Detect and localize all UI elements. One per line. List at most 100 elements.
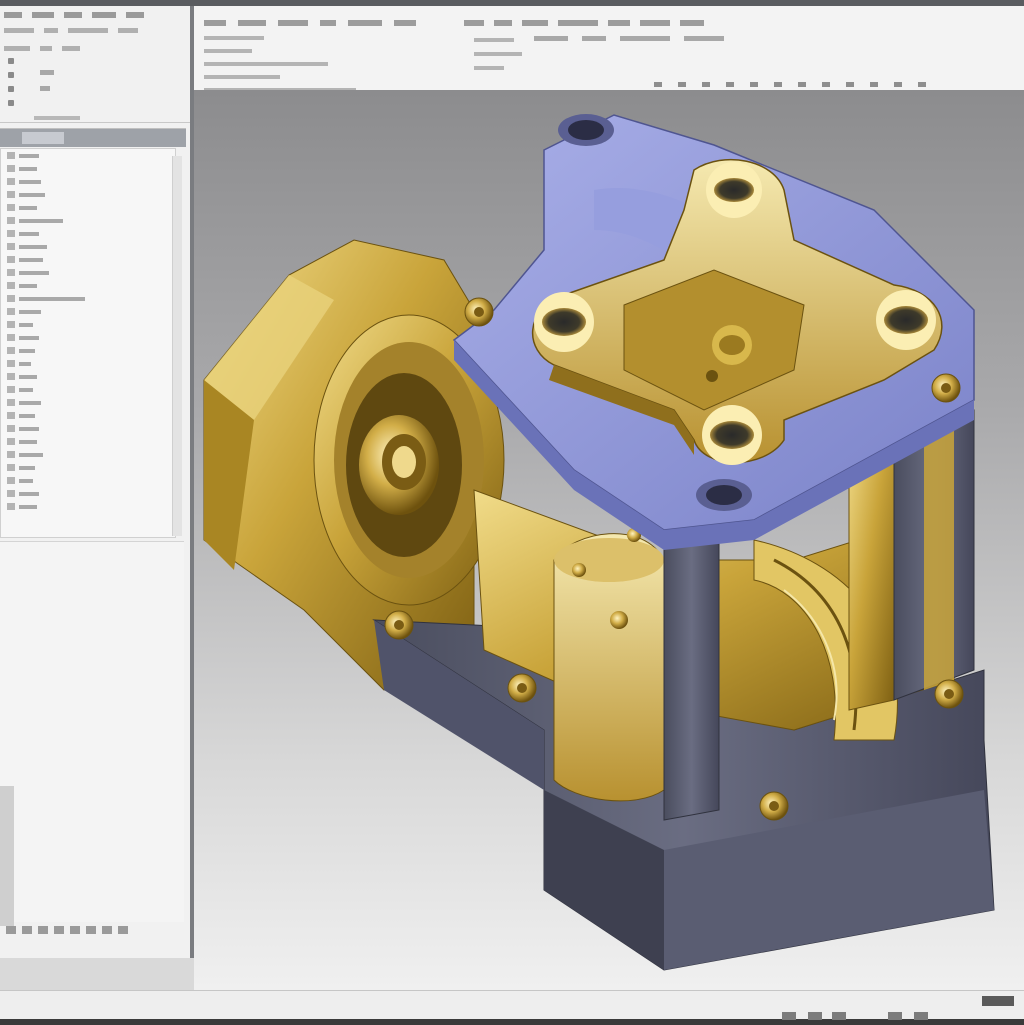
command-button[interactable]	[582, 36, 606, 41]
status-icon[interactable]	[888, 1012, 902, 1020]
command-button[interactable]	[320, 20, 336, 26]
toolbar-button[interactable]	[44, 28, 58, 33]
tree-item[interactable]	[1, 448, 175, 461]
feature-tree-scrollbar[interactable]	[172, 156, 182, 536]
status-icon[interactable]	[808, 1012, 822, 1020]
tree-item[interactable]	[1, 383, 175, 396]
tool-icon[interactable]	[54, 926, 64, 934]
tree-item[interactable]	[1, 318, 175, 331]
tree-item[interactable]	[1, 201, 175, 214]
tool-icon[interactable]	[6, 926, 16, 934]
command-button[interactable]	[640, 20, 670, 26]
tool-icon[interactable]	[22, 926, 32, 934]
command-item[interactable]	[204, 36, 264, 40]
tree-item[interactable]	[1, 435, 175, 448]
command-item[interactable]	[204, 62, 328, 66]
tool-icon[interactable]	[40, 70, 54, 75]
tool-icon[interactable]	[118, 926, 128, 934]
view-icon[interactable]	[846, 82, 854, 87]
tree-item[interactable]	[1, 188, 175, 201]
command-button[interactable]	[394, 20, 416, 26]
toolbar-button[interactable]	[92, 12, 116, 18]
command-button[interactable]	[620, 36, 670, 41]
command-item[interactable]	[204, 49, 252, 53]
command-item[interactable]	[474, 52, 522, 56]
command-button[interactable]	[348, 20, 382, 26]
tree-item[interactable]	[1, 214, 175, 227]
tree-item[interactable]	[1, 240, 175, 253]
tool-icon[interactable]	[40, 86, 50, 91]
tree-item[interactable]	[1, 162, 175, 175]
tree-item[interactable]	[1, 344, 175, 357]
view-icon[interactable]	[726, 82, 734, 87]
toolbar-button[interactable]	[4, 28, 34, 33]
tool-icon[interactable]	[8, 72, 14, 78]
command-button[interactable]	[494, 20, 512, 26]
tree-item[interactable]	[1, 461, 175, 474]
toolbar-button[interactable]	[64, 12, 82, 18]
command-button[interactable]	[558, 20, 598, 26]
toolbar-button[interactable]	[4, 12, 22, 18]
view-icon[interactable]	[894, 82, 902, 87]
tree-item[interactable]	[1, 357, 175, 370]
tool-icon[interactable]	[70, 926, 80, 934]
tree-item[interactable]	[1, 292, 175, 305]
graphics-viewport[interactable]	[194, 90, 1024, 990]
view-icon[interactable]	[798, 82, 806, 87]
tree-item[interactable]	[1, 474, 175, 487]
tree-item[interactable]	[1, 331, 175, 344]
toolbar-button[interactable]	[4, 46, 30, 51]
cad-model[interactable]	[194, 90, 1024, 990]
command-button[interactable]	[680, 20, 704, 26]
command-item[interactable]	[474, 66, 504, 70]
tree-item[interactable]	[1, 279, 175, 292]
view-icon[interactable]	[678, 82, 686, 87]
tree-item[interactable]	[1, 266, 175, 279]
tree-item[interactable]	[1, 175, 175, 188]
tree-item[interactable]	[1, 487, 175, 500]
toolbar-button[interactable]	[40, 46, 52, 51]
toolbar-button[interactable]	[118, 28, 138, 33]
command-button[interactable]	[684, 36, 724, 41]
view-icon[interactable]	[654, 82, 662, 87]
tree-item[interactable]	[1, 409, 175, 422]
tree-item[interactable]	[1, 305, 175, 318]
view-icon[interactable]	[774, 82, 782, 87]
command-button[interactable]	[522, 20, 548, 26]
command-button[interactable]	[238, 20, 266, 26]
view-icon[interactable]	[822, 82, 830, 87]
view-icon[interactable]	[702, 82, 710, 87]
status-icon[interactable]	[782, 1012, 796, 1020]
command-button[interactable]	[204, 20, 226, 26]
status-icon[interactable]	[914, 1012, 928, 1020]
tree-item[interactable]	[1, 253, 175, 266]
toolbar-button[interactable]	[32, 12, 54, 18]
toolbar-button[interactable]	[68, 28, 108, 33]
view-icon[interactable]	[750, 82, 758, 87]
inlet-port[interactable]	[203, 239, 505, 691]
tree-item[interactable]	[1, 370, 175, 383]
tool-icon[interactable]	[38, 926, 48, 934]
tree-item[interactable]	[1, 396, 175, 409]
tool-icon[interactable]	[8, 100, 14, 106]
command-button[interactable]	[608, 20, 630, 26]
tree-item[interactable]	[1, 149, 175, 162]
command-button[interactable]	[278, 20, 308, 26]
toolbar-button[interactable]	[62, 46, 80, 51]
tree-item[interactable]	[1, 500, 175, 513]
tool-icon[interactable]	[8, 58, 14, 64]
tool-icon[interactable]	[86, 926, 96, 934]
view-icon[interactable]	[918, 82, 926, 87]
tree-item[interactable]	[1, 422, 175, 435]
command-item[interactable]	[474, 38, 514, 42]
tree-item[interactable]	[1, 227, 175, 240]
command-item[interactable]	[204, 75, 280, 79]
command-button[interactable]	[464, 20, 484, 26]
tool-icon[interactable]	[8, 86, 14, 92]
tool-icon[interactable]	[102, 926, 112, 934]
feature-tree-tab[interactable]	[22, 132, 64, 144]
toolbar-button[interactable]	[126, 12, 144, 18]
command-button[interactable]	[534, 36, 568, 41]
view-icon[interactable]	[870, 82, 878, 87]
status-icon[interactable]	[832, 1012, 846, 1020]
